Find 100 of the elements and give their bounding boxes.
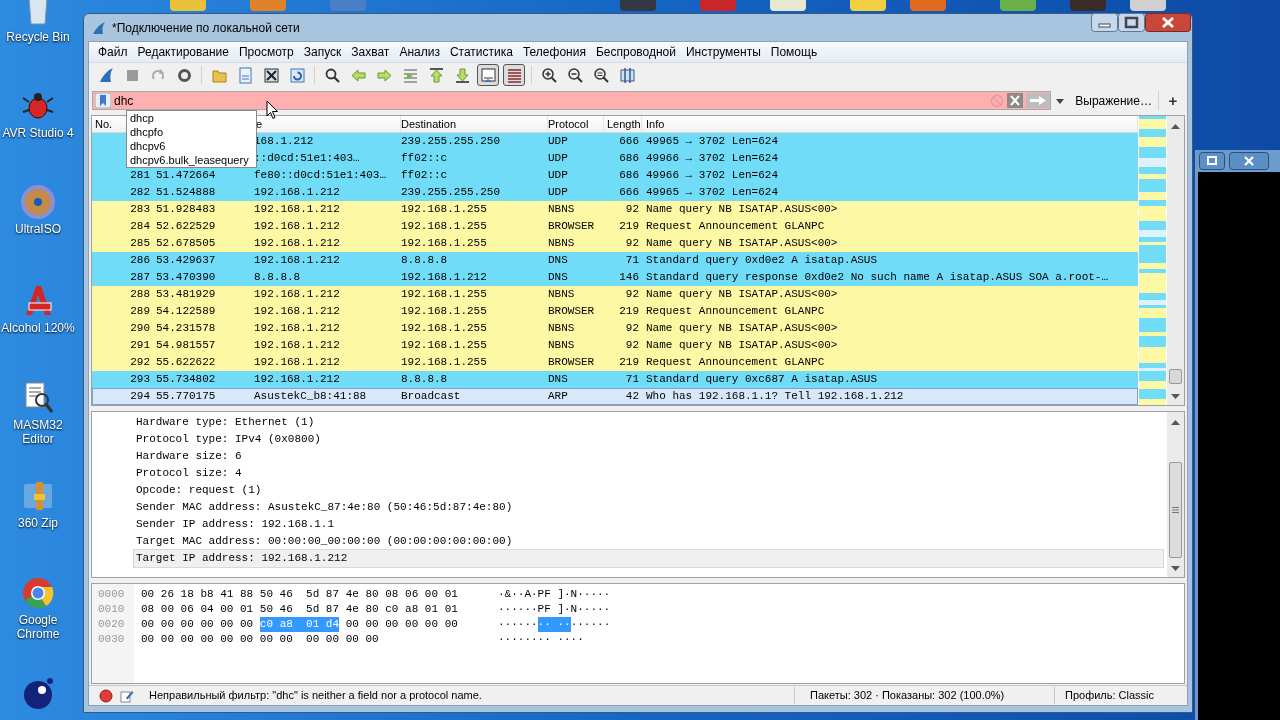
packet-row[interactable]: 287 53.470390 8.8.8.8 192.168.1.212 DNS 146 Standard query response 0xd0e2 No such name A isatap.ASUS SOA a.root-… [92, 269, 1138, 287]
table-cell-text: 52.678505 [155, 236, 217, 252]
detail-line[interactable]: Protocol size: 4 [134, 464, 1167, 482]
packet-row[interactable]: 281 51.472664 fe80::d0cd:51e1:403… ff02::c UDP 686 49966 → 3702 Len=624 [92, 167, 1138, 185]
table-cell-text: 192.168.1.255 [401, 236, 488, 252]
close-button[interactable] [1229, 152, 1269, 170]
menu-item[interactable]: Статистика [444, 42, 518, 61]
menu-item[interactable]: Инструменты [680, 42, 766, 61]
edit-icon[interactable] [120, 688, 134, 703]
table-cell-text: Name query NB ISATAP.ASUS<00> [645, 202, 839, 218]
scroll-thumb[interactable] [1169, 368, 1182, 384]
scroll-thumb[interactable] [1169, 461, 1182, 558]
detail-line[interactable]: Protocol type: IPv4 (0x0800) [134, 430, 1167, 448]
packet-row[interactable]: 285 52.678505 192.168.1.212 192.168.1.255 NBNS 92 Name query NB ISATAP.ASUS<00> [92, 235, 1138, 253]
table-cell-text: 92 [624, 338, 640, 354]
maximize-button[interactable] [1118, 13, 1145, 32]
table-cell-text: Standard query 0xc687 A isatap.ASUS [645, 372, 879, 388]
expression-button[interactable]: Выражение… [1069, 91, 1159, 111]
menu-item[interactable]: Запуск [298, 42, 347, 61]
table-cell-text: 192.168.1.212 [401, 270, 488, 286]
maximize-button[interactable] [1199, 152, 1225, 170]
filter-bar[interactable]: dhc [92, 91, 1052, 111]
gear-icon [175, 66, 193, 84]
table-cell-text: 53.481929 [155, 287, 217, 303]
table-cell-text: DNS [548, 270, 569, 286]
packet-row[interactable]: 282 51.524888 192.168.1.212 239.255.255.250 UDP 666 49965 → 3702 Len=624 [92, 184, 1138, 202]
table-cell-text: NBNS [548, 321, 576, 337]
packet-count: Пакеты: 302 · Показаны: 302 (100.0%) [794, 687, 1054, 704]
column-header[interactable]: Info [642, 115, 1138, 133]
table-cell-text: 71 [624, 372, 640, 388]
detail-line[interactable]: Hardware type: Ethernet (1) [134, 413, 1167, 431]
desktop-icon-label[interactable]: 360 Zip [1, 516, 75, 530]
packet-row[interactable]: 288 53.481929 192.168.1.212 192.168.1.255 NBNS 92 Name query NB ISATAP.ASUS<00> [92, 286, 1138, 304]
menu-item[interactable]: Редактирование [132, 42, 234, 61]
table-cell-text: 55.770175 [155, 389, 217, 405]
table-cell-text: Standard query 0xd0e2 A isatap.ASUS [645, 253, 879, 269]
scroll-up-icon[interactable] [1171, 122, 1180, 129]
ascii-text: ·· ·· [537, 616, 571, 632]
prohibited-icon [990, 93, 1005, 108]
table-cell-text: 284 [129, 219, 151, 235]
scroll-down-icon[interactable] [1171, 565, 1180, 572]
table-cell-text: BROWSER [548, 219, 596, 235]
column-header[interactable]: Length [604, 115, 642, 133]
clear-button[interactable] [1007, 93, 1024, 109]
arrow-down-icon [453, 66, 471, 84]
menu-item[interactable]: Файл [93, 42, 133, 61]
packet-row[interactable]: 294 55.770175 AsustekC_b8:41:88 Broadcast ARP 42 Who has 192.168.1.1? Tell 192.168.1.212 [92, 388, 1138, 406]
detail-line[interactable]: Hardware size: 6 [134, 447, 1167, 465]
packet-row[interactable]: 291 54.981557 192.168.1.212 192.168.1.255 NBNS 92 Name query NB ISATAP.ASUS<00> [92, 337, 1138, 355]
scrollbar[interactable] [1167, 115, 1184, 405]
striped-lines-button[interactable] [503, 64, 525, 87]
hex-offset: 0010 [98, 601, 126, 617]
search-icon [323, 66, 341, 84]
scroll-up-icon[interactable] [1171, 418, 1180, 425]
detail-line[interactable]: Opcode: request (1) [134, 481, 1167, 499]
table-cell-text: Name query NB ISATAP.ASUS<00> [645, 236, 839, 252]
hex-offset: 0030 [98, 631, 126, 647]
autoscroll-button[interactable] [477, 64, 499, 87]
packet-row[interactable]: 283 51.928483 192.168.1.212 192.168.1.255 NBNS 92 Name query NB ISATAP.ASUS<00> [92, 201, 1138, 219]
menu-item[interactable]: Помощь [765, 42, 823, 61]
menu-item[interactable]: Беспроводной [590, 42, 681, 61]
packet-row[interactable]: 290 54.231578 192.168.1.212 192.168.1.255 NBNS 92 Name query NB ISATAP.ASUS<00> [92, 320, 1138, 338]
packet-row[interactable]: 289 54.122589 192.168.1.212 192.168.1.255 BROWSER 219 Request Announcement GLANPC [92, 303, 1138, 321]
column-header[interactable]: Destination [401, 115, 548, 133]
browser-icon[interactable] [20, 575, 56, 611]
add-filter-button[interactable]: + [1162, 91, 1184, 111]
close-button[interactable] [1145, 13, 1191, 32]
table-cell-text: 288 [129, 287, 151, 303]
detail-line[interactable]: Sender MAC address: AsustekC_87:4e:80 (50:46:5d:87:4e:80) [134, 498, 1167, 516]
packet-row[interactable]: 284 52.622529 192.168.1.212 192.168.1.255 BROWSER 219 Request Announcement GLANPC [92, 218, 1138, 236]
suggestion-item[interactable]: dhcpv6 [127, 139, 256, 153]
column-header[interactable]: Protocol [548, 115, 604, 133]
scrollbar[interactable] [1167, 411, 1184, 577]
error-icon[interactable] [99, 688, 113, 703]
minimize-button[interactable] [1091, 13, 1118, 32]
desktop-icon-label[interactable]: UltraISO [1, 222, 75, 236]
disc-icon[interactable] [20, 184, 56, 220]
desktop-icon-label[interactable]: MASM32 Editor [1, 418, 75, 446]
desktop-icon-label[interactable]: Recycle Bin [1, 30, 75, 44]
menu-item[interactable]: Анализ [394, 42, 445, 61]
detail-line[interactable]: Sender IP address: 192.168.1.1 [134, 515, 1167, 533]
scroll-down-icon[interactable] [1171, 393, 1180, 400]
arrow-up-icon [427, 66, 445, 84]
filter-field[interactable]: dhc [114, 92, 991, 110]
desktop-icon-label[interactable]: AVR Studio 4 [1, 126, 75, 140]
table-cell-text: Request Announcement GLANPC [645, 219, 826, 235]
packet-row[interactable]: 286 53.429637 192.168.1.212 8.8.8.8 DNS 71 Standard query 0xd0e2 A isatap.ASUS [92, 252, 1138, 270]
hex-bytes: 00 00 00 00 00 00 [344, 616, 458, 632]
desktop-icon-label[interactable]: Alcohol 120% [1, 321, 75, 335]
table-cell-text: 287 [129, 270, 151, 286]
detail-line[interactable]: Target MAC address: 00:00:00_00:00:00 (00:00:00:00:00:00) [134, 532, 1167, 550]
bookmark-icon[interactable] [95, 93, 111, 109]
menu-item[interactable]: Захват [346, 42, 395, 61]
table-cell-text: 54.981557 [155, 338, 217, 354]
suggestion-item[interactable]: dhcpv6.bulk_leasequery [127, 153, 256, 167]
menu-item[interactable]: Просмотр [233, 42, 299, 61]
desktop-icon-label[interactable]: Google Chrome [1, 613, 75, 641]
menu-item[interactable]: Телефония [517, 42, 591, 61]
packet-row[interactable]: 293 55.734802 192.168.1.212 8.8.8.8 DNS 71 Standard query 0xc687 A isatap.ASUS [92, 371, 1138, 389]
packet-row[interactable]: 292 55.622622 192.168.1.212 192.168.1.255 BROWSER 219 Request Announcement GLANPC [92, 354, 1138, 372]
